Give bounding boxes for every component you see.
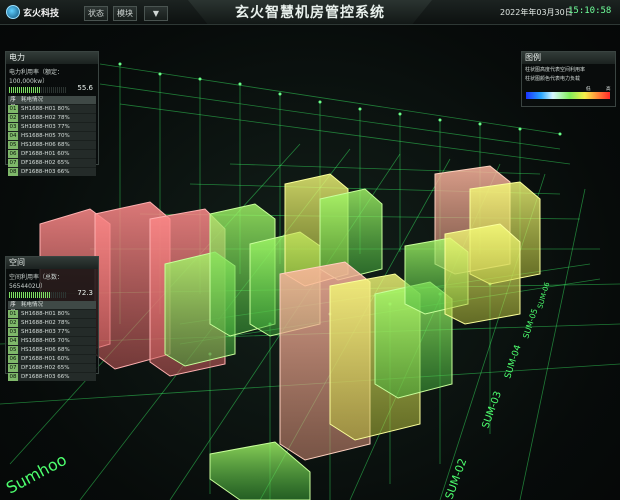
row-index: 08 (8, 168, 18, 176)
date-display: 2022年年03月30日 (500, 8, 573, 17)
floor-label-sum-03: SUM-03 (480, 390, 504, 430)
table-row[interactable]: 07 DF1688-H02 65% (8, 158, 96, 167)
power-meter: 55.6 (9, 84, 95, 93)
row-index: 06 (8, 150, 18, 158)
row-text: HS1688-H05 70% (21, 338, 70, 344)
tab-status[interactable]: 状态 (84, 6, 108, 21)
clock-display: 15:10:58 (568, 6, 612, 16)
table-row[interactable]: 05 HS1688-H06 68% (8, 345, 96, 354)
row-text: DF1688-H02 65% (21, 160, 70, 166)
table-row[interactable]: 06 DF1688-H01 60% (8, 149, 96, 158)
tab-module[interactable]: 模块 (113, 6, 137, 21)
row-text: SH1688-H03 77% (21, 329, 70, 335)
power-meter-fill (9, 87, 42, 93)
column-header-usage: 耗电情况 (21, 302, 44, 308)
row-index: 03 (8, 328, 18, 336)
power-panel: 电力 电力利用率（额定：100,000kw） 55.6 序号 耗电情况 01SH… (5, 51, 99, 176)
row-index: 07 (8, 159, 18, 167)
table-row[interactable]: 02 SH1688-H02 78% (8, 113, 96, 122)
row-text: HS1688-H06 68% (21, 142, 70, 148)
row-index: 07 (8, 364, 18, 372)
table-row[interactable]: 01 SH1688-H01 80% (8, 104, 96, 113)
table-row[interactable]: 03 SH1688-H03 77% (8, 122, 96, 131)
legend-title: 图例 (522, 52, 615, 64)
space-panel: 空间 空间利用率（总数：5654402U） 72.3 序号 耗电情况 01SH1… (5, 256, 99, 381)
legend-line-height: 柱状图高度代表空间利用率 (525, 67, 586, 73)
row-text: DF1688-H02 65% (21, 365, 70, 371)
power-table: 序号 耗电情况 01SH1688-H01 80% 02SH1688-H02 78… (8, 96, 96, 176)
table-row[interactable]: 04 HS1688-H05 70% (8, 336, 96, 345)
row-text: DF1688-H03 66% (21, 374, 70, 380)
row-index: 03 (8, 123, 18, 131)
table-row[interactable]: 03 SH1688-H03 77% (8, 327, 96, 336)
row-text: DF1688-H03 66% (21, 169, 70, 175)
row-index: 04 (8, 337, 18, 345)
page-title: 玄火智慧机房管控系统 (235, 5, 385, 21)
row-text: SH1688-H02 78% (21, 320, 70, 326)
row-index: 04 (8, 132, 18, 140)
space-meter: 72.3 (9, 289, 95, 298)
power-metric-value: 55.6 (77, 84, 93, 92)
dropdown-toggle-button[interactable]: ▼ (144, 6, 168, 21)
row-text: SH1688-H02 78% (21, 115, 70, 121)
floor-label-sum-05: SUM-05 (521, 307, 539, 339)
space-metric-label: 空间利用率（总数：5654402U） (9, 274, 64, 290)
floor-label-sumhoo: Sumhoo (3, 450, 70, 498)
legend-panel: 图例 柱状图高度代表空间利用率 柱状图颜色代表电力负载 低 高 (521, 51, 616, 107)
column-header-index: 序号 (10, 97, 16, 111)
space-table-header: 序号 耗电情况 (8, 301, 96, 316)
logo-icon (6, 5, 20, 19)
row-text: HS1688-H06 68% (21, 347, 70, 353)
row-index: 05 (8, 141, 18, 149)
legend-color-scale (526, 92, 610, 99)
power-metric-label: 电力利用率（额定：100,000kw） (9, 69, 64, 85)
row-index: 01 (8, 310, 18, 318)
top-bar: 玄火科技 状态 模块 ▼ 玄火智慧机房管控系统 2022年年03月30日 15:… (0, 0, 620, 25)
row-text: HS1688-H05 70% (21, 133, 70, 139)
row-index: 02 (8, 114, 18, 122)
space-table: 序号 耗电情况 01SH1688-H01 80% 02SH1688-H02 78… (8, 301, 96, 381)
row-index: 06 (8, 355, 18, 363)
row-index: 05 (8, 346, 18, 354)
table-row[interactable]: 02 SH1688-H02 78% (8, 318, 96, 327)
logo: 玄火科技 (6, 5, 59, 19)
logo-text: 玄火科技 (23, 8, 60, 19)
row-text: SH1688-H01 80% (21, 311, 70, 317)
column-header-index: 序号 (10, 302, 16, 316)
table-row[interactable]: 01 SH1688-H01 80% (8, 309, 96, 318)
power-table-header: 序号 耗电情况 (8, 96, 96, 111)
table-row[interactable]: 06 DF1688-H01 60% (8, 354, 96, 363)
row-index: 08 (8, 373, 18, 381)
row-index: 01 (8, 105, 18, 113)
floor-label-sum-04: SUM-04 (503, 344, 523, 380)
table-row[interactable]: 04 HS1688-H05 70% (8, 131, 96, 140)
row-text: DF1688-H01 60% (21, 356, 70, 362)
column-header-usage: 耗电情况 (21, 97, 44, 103)
table-row[interactable]: 05 HS1688-H06 68% (8, 140, 96, 149)
cabinet-yellow (444, 223, 521, 325)
table-row[interactable]: 07 DF1688-H02 65% (8, 363, 96, 372)
space-metric-value: 72.3 (77, 289, 93, 297)
table-row[interactable]: 08 DF1688-H03 66% (8, 167, 96, 176)
row-index: 02 (8, 319, 18, 327)
row-text: SH1688-H01 80% (21, 106, 70, 112)
table-row[interactable]: 08 DF1688-H03 66% (8, 372, 96, 381)
cabinet-blocks (39, 165, 541, 500)
legend-line-color: 柱状图颜色代表电力负载 (525, 76, 581, 82)
power-panel-title: 电力 (6, 52, 98, 64)
space-meter-fill (9, 292, 51, 298)
row-text: DF1688-H01 60% (21, 151, 70, 157)
row-text: SH1688-H03 77% (21, 124, 70, 130)
space-panel-title: 空间 (6, 257, 98, 269)
